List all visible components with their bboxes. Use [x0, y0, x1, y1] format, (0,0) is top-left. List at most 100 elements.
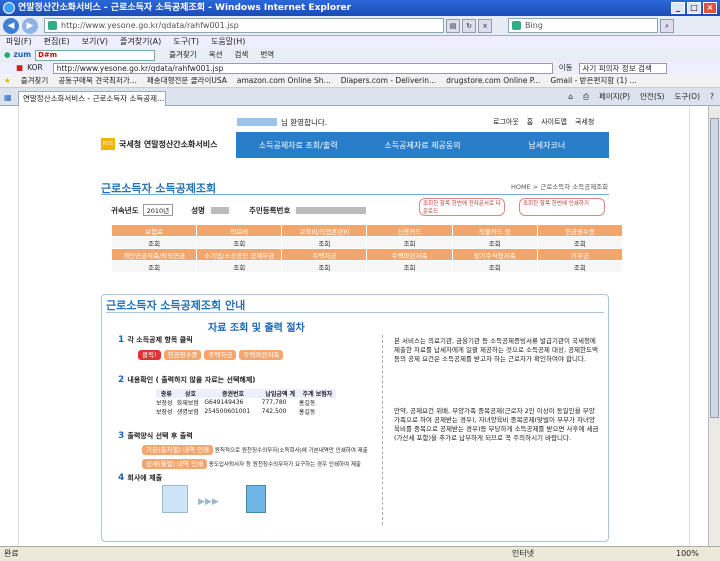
menu-stock-savings[interactable]: 장기주식형저축 — [451, 248, 538, 261]
print-all-button[interactable]: 조회한 항목 한번에 인쇄하기 — [519, 198, 605, 216]
print-option-2: 상세(월별) 내역 인쇄 종도입사퇴사자 등 원천징수의무자가 요구하는 경우 … — [142, 459, 361, 469]
lookup-button[interactable]: 조회 — [110, 260, 198, 273]
breadcrumb: HOME > 근로소득자 소득공제조회 — [511, 183, 609, 191]
toolbar-auction[interactable]: 옥션 — [209, 48, 223, 62]
toolbar-search[interactable]: 검색 — [235, 48, 249, 62]
nav-lookup[interactable]: 소득공제자료 조회/출력 — [236, 140, 360, 151]
zum-search-input[interactable]: D#m — [35, 49, 156, 61]
compat-icon[interactable]: ▤ — [446, 18, 460, 33]
id-masked — [296, 206, 367, 214]
nav-taxpayer[interactable]: 납세자코너 — [485, 140, 609, 151]
lookup-button[interactable]: 조회 — [366, 260, 453, 273]
zum-logo-icon: ● — [4, 50, 11, 59]
search-box[interactable]: Bing — [508, 18, 658, 33]
print-option-1-label: 기본(출처별) 내역 인쇄 — [142, 445, 214, 455]
toolbar-url-field[interactable]: http://www.yesone.go.kr/qdata/rahfw001.j… — [52, 62, 553, 74]
command-bar: ⌂ ⎙ 페이지(P) 안전(S) 도구(O) ? — [558, 91, 714, 103]
menu-insurance[interactable]: 보험료 — [110, 224, 198, 237]
lookup-button[interactable]: 조회 — [281, 260, 368, 273]
menu-education[interactable]: 교육비/직업훈련비 — [281, 224, 368, 237]
sitemap-link[interactable]: 사이트맵 — [541, 117, 567, 127]
search-icon[interactable]: ⌕ — [660, 18, 674, 33]
zoom-level[interactable]: 100% — [676, 547, 699, 561]
menu-help[interactable]: 도움말(H) — [211, 36, 245, 48]
toolbar-favorites[interactable]: 즐겨찾기 — [169, 48, 197, 62]
tab-active[interactable]: 연말정산소화서비스 - 근로소득자 소득공제... — [18, 91, 166, 106]
tab-list-icon[interactable]: ▦ — [4, 93, 12, 102]
menu-credit-card[interactable]: 신용카드 — [366, 224, 453, 237]
step-4: 4 회사에 제출 — [118, 473, 163, 483]
lookup-button[interactable]: 조회 — [536, 260, 624, 273]
back-button[interactable]: ◀ — [3, 17, 19, 34]
menu-tools[interactable]: 도구(T) — [173, 36, 199, 48]
vertical-scrollbar[interactable] — [708, 106, 720, 546]
menu-file[interactable]: 파일(F) — [6, 36, 32, 48]
tab-bar: ▦ 연말정산소화서비스 - 근로소득자 소득공제... ⌂ ⎙ 페이지(P) 안… — [0, 88, 720, 106]
minimize-button[interactable]: _ — [671, 2, 685, 14]
lookup-button[interactable]: 조회 — [196, 260, 283, 273]
help-icon[interactable]: ? — [710, 91, 714, 103]
menu-housing-savings[interactable]: 주택마련저축 — [366, 248, 453, 261]
country-select[interactable]: KOR — [27, 62, 43, 74]
fav-item-5[interactable]: drugstore.com Online P... — [446, 74, 540, 88]
nav-consent[interactable]: 소득공제자료 제공동의 — [360, 140, 484, 151]
favorites-bar: ★ 즐겨찾기 공동구매북 견국최저가... 패송대행전문 클라이USA amaz… — [0, 74, 720, 88]
fav-item-2[interactable]: 패송대행전문 클라이USA — [147, 74, 227, 88]
lookup-button[interactable]: 조회 — [536, 236, 624, 249]
menu-pension[interactable]: 개인연금저축/퇴직연금 — [110, 248, 198, 261]
fav-item-1[interactable]: 공동구매북 견국최저가... — [58, 74, 137, 88]
menu-housing[interactable]: 주택자금 — [281, 248, 368, 261]
menu-favorites[interactable]: 즐겨찾기(A) — [120, 36, 161, 48]
fav-item-3[interactable]: amazon.com Online Sh... — [237, 74, 331, 88]
page-viewport: 님 환영합니다. 로그아웃 홈 사이트맵 국세청 NTS 국세청 연말정산간소화… — [0, 106, 708, 546]
year-select[interactable]: 2010년 — [142, 204, 174, 216]
cell: 254500601001 — [204, 408, 251, 415]
menu-view[interactable]: 보기(V) — [82, 36, 108, 48]
lookup-button[interactable]: 조회 — [451, 260, 538, 273]
download-all-button[interactable]: 조회한 항목 한번에 전자문서로 다운로드 — [419, 198, 505, 216]
cmd-tools[interactable]: 도구(O) — [674, 91, 700, 103]
home-link[interactable]: 홈 — [527, 117, 533, 127]
lookup-button[interactable]: 조회 — [110, 236, 198, 249]
housing-tab: 주택자금 — [204, 350, 237, 360]
menu-debit-card[interactable]: 직불카드 등 — [451, 224, 538, 237]
fav-item-4[interactable]: Diapers.com - Deliverin... — [341, 74, 436, 88]
print-icon[interactable]: ⎙ — [583, 91, 589, 103]
menu-small-biz[interactable]: 소기업/소상공인 공제부금 — [196, 248, 283, 261]
cell: 홍길동 — [298, 400, 316, 407]
toolbar-search-input[interactable]: 사기 피의자 정보 검색 — [578, 62, 667, 74]
col-company: 상호 — [185, 391, 197, 398]
cell: 보장성 — [156, 400, 173, 407]
favorites-label[interactable]: 즐겨찾기 — [21, 74, 49, 88]
nts-logo-icon: NTS — [101, 138, 115, 150]
menu-medical[interactable]: 의료비 — [196, 224, 283, 237]
scroll-thumb[interactable] — [710, 118, 719, 418]
toolbar-translate[interactable]: 번역 — [260, 48, 274, 62]
lookup-button[interactable]: 조회 — [451, 236, 538, 249]
lookup-button[interactable]: 조회 — [281, 236, 368, 249]
url-field[interactable]: http://www.yesone.go.kr/qdata/rahfw001.j… — [44, 18, 444, 33]
menu-edit[interactable]: 편집(E) — [44, 36, 70, 48]
filter-row: 귀속년도 2010년 성명 주민등록번호 — [111, 204, 367, 216]
main-nav: 소득공제자료 조회/출력 소득공제자료 제공동의 납세자코너 — [236, 132, 609, 158]
menu-bar: 파일(F) 편집(E) 보기(V) 즐겨찾기(A) 도구(T) 도움말(H) — [0, 36, 720, 48]
menu-cash-receipt[interactable]: 현금영수증 — [536, 224, 624, 237]
stop-icon[interactable]: × — [478, 18, 492, 33]
welcome-text: 님 환영합니다. — [281, 118, 328, 127]
nts-link[interactable]: 국세청 — [575, 117, 594, 127]
lookup-button[interactable]: 조회 — [196, 236, 283, 249]
menu-donation[interactable]: 기부금 — [536, 248, 624, 261]
fav-item-6[interactable]: Gmail - 받은편지함 (1) ... — [550, 74, 636, 88]
forward-button[interactable]: ▶ — [22, 17, 38, 34]
refresh-icon[interactable]: ↻ — [462, 18, 476, 33]
maximize-button[interactable]: □ — [687, 2, 701, 14]
window-title: 연말정산간소화서비스 - 근로소득자 소득공제조회 - Windows Inte… — [18, 3, 352, 13]
lookup-button[interactable]: 조회 — [366, 236, 453, 249]
go-button[interactable]: 이동 — [559, 62, 573, 74]
site-logo[interactable]: NTS 국세청 연말정산간소화서비스 — [101, 138, 217, 150]
logout-link[interactable]: 로그아웃 — [493, 117, 519, 127]
cmd-safety[interactable]: 안전(S) — [640, 91, 664, 103]
close-button[interactable]: × — [703, 2, 717, 14]
cmd-page[interactable]: 페이지(P) — [599, 91, 630, 103]
home-icon[interactable]: ⌂ — [568, 91, 573, 103]
